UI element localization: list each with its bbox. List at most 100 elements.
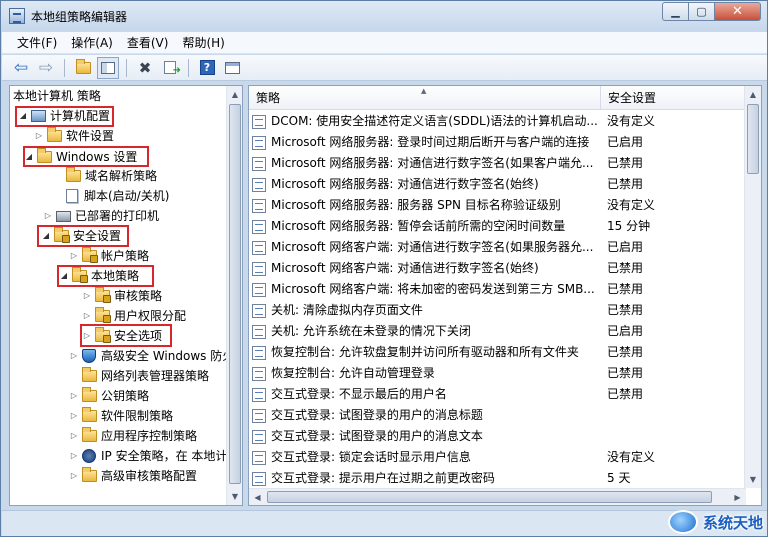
policy-icon [252, 429, 266, 444]
scroll-up-arrow-icon[interactable]: ▲ [745, 86, 761, 103]
menu-action[interactable]: 操作(A) [64, 32, 120, 53]
tree-root[interactable]: 本地计算机 策略 [13, 86, 101, 106]
menu-file[interactable]: 文件(F) [10, 32, 64, 53]
gpedit-app-icon [9, 8, 25, 24]
table-row[interactable]: Microsoft 网络客户端: 对通信进行数字签名(如果服务器允... 已启用 [249, 237, 746, 258]
policy-name-cell: Microsoft 网络服务器: 对通信进行数字签名(如果客户端允... [252, 153, 601, 174]
scroll-right-arrow-icon[interactable]: ▶ [729, 489, 746, 505]
security-setting-value: 已启用 [607, 135, 644, 149]
table-row[interactable]: Microsoft 网络客户端: 将未加密的密码发送到第三方 SMB... 已禁用 [249, 279, 746, 300]
tree-item-advanced-audit[interactable]: ▷ 高级审核策略配置 [69, 466, 197, 486]
properties-icon[interactable] [221, 57, 243, 79]
policy-name-cell: 关机: 清除虚拟内存页面文件 [252, 300, 601, 321]
tree-item-user-rights[interactable]: ▷ 用户权限分配 [82, 306, 186, 326]
help-icon[interactable]: ? [196, 57, 218, 79]
policy-name: 交互式登录: 试图登录的用户的消息标题 [271, 408, 483, 422]
tree-item-audit-policy[interactable]: ▷ 审核策略 [82, 286, 162, 306]
watermark: 系统天地 [667, 510, 763, 534]
policy-icon [252, 240, 266, 255]
table-row[interactable]: 关机: 允许系统在未登录的情况下关闭 已启用 [249, 321, 746, 342]
policy-icon [252, 219, 266, 234]
collapse-arrow-icon[interactable]: ▷ [82, 306, 92, 326]
table-row[interactable]: 交互式登录: 提示用户在过期之前更改密码 5 天 [249, 468, 746, 489]
table-row[interactable]: Microsoft 网络服务器: 暂停会话前所需的空闲时间数量 15 分钟 [249, 216, 746, 237]
tree-vertical-scrollbar[interactable]: ▲ ▼ [226, 86, 242, 505]
delete-icon[interactable]: ✖ [134, 57, 156, 79]
collapse-arrow-icon[interactable]: ▷ [69, 346, 79, 366]
table-row[interactable]: 关机: 清除虚拟内存页面文件 已禁用 [249, 300, 746, 321]
export-list-icon[interactable]: ➜ [159, 57, 181, 79]
collapse-arrow-icon[interactable]: ▷ [82, 286, 92, 306]
tree-item-public-key[interactable]: ▷ 公钥策略 [69, 386, 149, 406]
tree-item-network-list[interactable]: ▷ 网络列表管理器策略 [69, 366, 209, 386]
collapse-arrow-icon[interactable]: ▷ [34, 126, 44, 146]
scroll-up-arrow-icon[interactable]: ▲ [227, 86, 242, 103]
scroll-thumb[interactable] [747, 104, 759, 174]
table-row[interactable]: Microsoft 网络服务器: 服务器 SPN 目标名称验证级别 没有定义 [249, 195, 746, 216]
collapse-arrow-icon[interactable]: ▷ [69, 386, 79, 406]
table-row[interactable]: DCOM: 使用安全描述符定义语言(SDDL)语法的计算机启动... 没有定义 [249, 111, 746, 132]
tree-item-dns-policy[interactable]: ▷ 域名解析策略 [53, 166, 157, 186]
tree-item-software-restriction[interactable]: ▷ 软件限制策略 [69, 406, 173, 426]
minimize-button[interactable]: ▁ [662, 2, 689, 21]
script-icon [66, 189, 78, 203]
table-row[interactable]: 交互式登录: 试图登录的用户的消息文本 [249, 426, 746, 447]
scroll-left-arrow-icon[interactable]: ◀ [249, 489, 266, 505]
table-row[interactable]: Microsoft 网络服务器: 登录时间过期后断开与客户端的连接 已启用 [249, 132, 746, 153]
security-setting-value: 已禁用 [607, 156, 644, 170]
security-setting-value: 已禁用 [607, 303, 644, 317]
collapse-arrow-icon[interactable]: ▷ [69, 246, 79, 266]
scroll-thumb[interactable] [267, 491, 712, 503]
forward-arrow-icon[interactable]: ⇨ [35, 57, 57, 79]
title-bar[interactable]: 本地组策略编辑器 ▁ ▢ ✕ [1, 1, 767, 31]
collapse-arrow-icon[interactable]: ▷ [43, 206, 53, 226]
policy-icon [252, 135, 266, 150]
table-row[interactable]: 恢复控制台: 允许软盘复制并访问所有驱动器和所有文件夹 已禁用 [249, 342, 746, 363]
security-setting-value: 已启用 [607, 240, 644, 254]
scroll-down-arrow-icon[interactable]: ▼ [227, 488, 242, 505]
table-row[interactable]: Microsoft 网络服务器: 对通信进行数字签名(如果客户端允... 已禁用 [249, 153, 746, 174]
tree-item-firewall[interactable]: ▷ 高级安全 Windows 防火 [69, 346, 234, 366]
table-row[interactable]: 交互式登录: 不显示最后的用户名 已禁用 [249, 384, 746, 405]
list-vertical-scrollbar[interactable]: ▲ ▼ [744, 86, 761, 488]
folder-icon [82, 387, 97, 402]
folder-icon [66, 167, 81, 182]
tree-item-printers[interactable]: ▷ 已部署的打印机 [43, 206, 159, 226]
menu-view[interactable]: 查看(V) [120, 32, 176, 53]
tree-item-account-policies[interactable]: ▷ 帐户策略 [69, 246, 149, 266]
collapse-arrow-icon[interactable]: ▷ [69, 446, 79, 466]
table-row[interactable]: Microsoft 网络客户端: 对通信进行数字签名(始终) 已禁用 [249, 258, 746, 279]
column-header-security-setting[interactable]: 安全设置 [601, 86, 746, 110]
sort-ascending-icon: ▲ [421, 87, 427, 95]
list-horizontal-scrollbar[interactable]: ◀ ▶ [249, 488, 746, 505]
scroll-down-arrow-icon[interactable]: ▼ [745, 471, 761, 488]
policy-name: Microsoft 网络服务器: 服务器 SPN 目标名称验证级别 [271, 198, 561, 212]
console-tree: 本地计算机 策略 ◢ 计算机配置 ▷ 软件设置 ◢ Windows 设置 ▷ 域… [9, 85, 243, 506]
tree-item-software-settings[interactable]: ▷ 软件设置 [34, 126, 114, 146]
tree-item-app-control[interactable]: ▷ 应用程序控制策略 [69, 426, 197, 446]
collapse-arrow-icon[interactable]: ▷ [69, 426, 79, 446]
policy-icon [252, 198, 266, 213]
up-folder-icon[interactable] [72, 57, 94, 79]
policy-name-cell: 交互式登录: 试图登录的用户的消息文本 [252, 426, 601, 447]
table-row[interactable]: 交互式登录: 锁定会话时显示用户信息 没有定义 [249, 447, 746, 468]
table-row[interactable]: 恢复控制台: 允许自动管理登录 已禁用 [249, 363, 746, 384]
collapse-arrow-icon[interactable]: ▷ [69, 466, 79, 486]
maximize-button[interactable]: ▢ [689, 2, 715, 21]
table-row[interactable]: 交互式登录: 试图登录的用户的消息标题 [249, 405, 746, 426]
policy-icon [252, 282, 266, 297]
highlight-box [57, 265, 154, 287]
policy-name: Microsoft 网络服务器: 暂停会话前所需的空闲时间数量 [271, 219, 566, 233]
highlight-box [15, 106, 114, 127]
table-row[interactable]: Microsoft 网络服务器: 对通信进行数字签名(始终) 已禁用 [249, 174, 746, 195]
policy-name-cell: 交互式登录: 提示用户在过期之前更改密码 [252, 468, 601, 489]
policy-name: Microsoft 网络服务器: 登录时间过期后断开与客户端的连接 [271, 135, 590, 149]
show-hide-tree-icon[interactable] [97, 56, 119, 79]
collapse-arrow-icon[interactable]: ▷ [69, 406, 79, 426]
scroll-thumb[interactable] [229, 104, 241, 484]
close-button[interactable]: ✕ [715, 2, 761, 21]
tree-item-scripts[interactable]: ▷ 脚本(启动/关机) [53, 186, 169, 206]
tree-item-ipsec[interactable]: ▷ IP 安全策略，在 本地计算 [69, 446, 239, 466]
back-arrow-icon[interactable]: ⇦ [10, 57, 32, 79]
menu-help[interactable]: 帮助(H) [175, 32, 231, 53]
